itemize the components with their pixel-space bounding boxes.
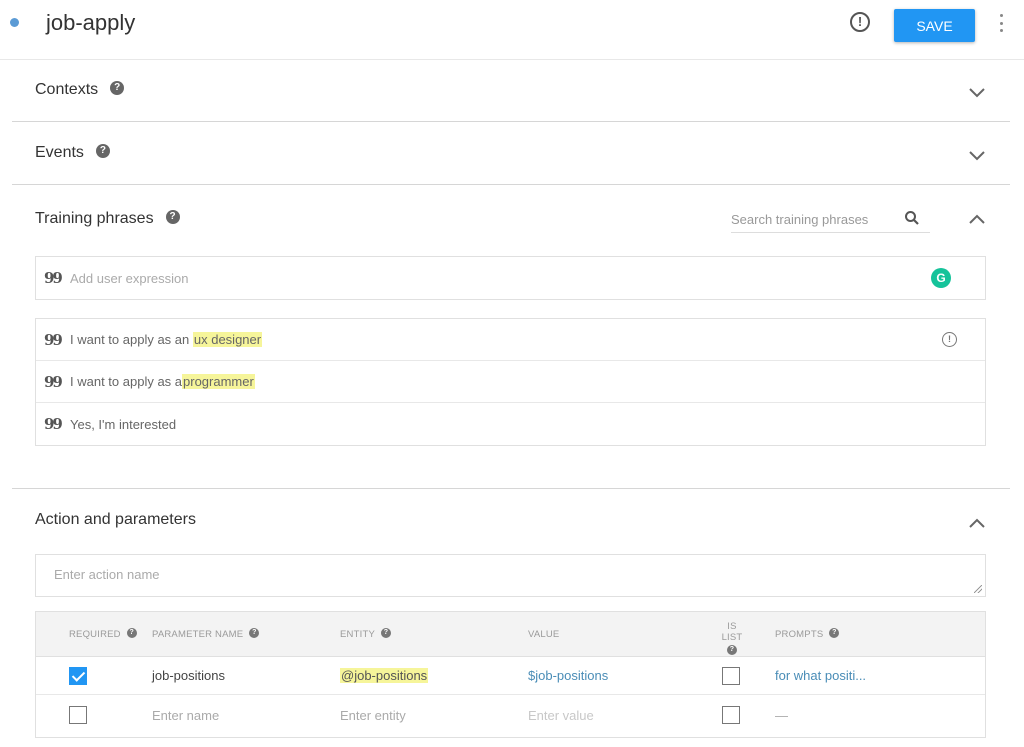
chevron-up-icon[interactable] bbox=[969, 518, 985, 532]
list-item[interactable]: 99 I want to apply as a programmer bbox=[36, 361, 985, 403]
parameter-prompts[interactable]: — bbox=[775, 708, 788, 723]
chevron-up-icon[interactable] bbox=[969, 214, 985, 228]
phrase-text: I want to apply as an bbox=[70, 332, 190, 347]
phrase-text: I want to apply as a bbox=[70, 374, 183, 389]
column-required: REQUIRED? bbox=[69, 628, 137, 640]
help-icon[interactable]: ? bbox=[249, 628, 260, 639]
column-is-list: IS LIST? bbox=[716, 621, 748, 656]
column-label: PROMPTS bbox=[775, 629, 824, 640]
resize-handle-icon[interactable] bbox=[974, 585, 982, 593]
divider bbox=[12, 121, 1010, 122]
column-entity: ENTITY? bbox=[340, 628, 391, 640]
parameter-name[interactable]: job-positions bbox=[152, 668, 225, 683]
phrase-annotation[interactable]: programmer bbox=[182, 374, 255, 389]
add-expression-input[interactable]: Add user expression bbox=[70, 271, 189, 286]
column-label: PARAMETER NAME bbox=[152, 629, 244, 640]
column-label: VALUE bbox=[528, 629, 560, 640]
help-icon[interactable]: ? bbox=[95, 143, 110, 158]
column-label: REQUIRED bbox=[69, 629, 121, 640]
search-icon[interactable] bbox=[904, 210, 920, 231]
add-expression-row[interactable]: 99 Add user expression G bbox=[36, 257, 985, 299]
section-events-header[interactable]: Events? bbox=[35, 143, 110, 163]
help-icon[interactable]: ? bbox=[165, 209, 180, 224]
parameter-name-input[interactable]: Enter name bbox=[152, 708, 219, 723]
table-header: REQUIRED? PARAMETER NAME? ENTITY? VALUE … bbox=[36, 612, 985, 657]
required-checkbox[interactable] bbox=[69, 667, 87, 685]
chevron-down-icon[interactable] bbox=[969, 88, 985, 102]
column-label: IS LIST bbox=[721, 621, 743, 643]
required-checkbox[interactable] bbox=[69, 706, 87, 724]
status-dot bbox=[10, 18, 19, 27]
help-icon[interactable]: ? bbox=[829, 628, 840, 639]
quote-icon: 99 bbox=[44, 415, 63, 433]
help-icon[interactable]: ? bbox=[110, 80, 125, 95]
warning-icon[interactable]: ! bbox=[850, 12, 870, 32]
quote-icon: 99 bbox=[44, 269, 63, 287]
search-training-phrases bbox=[731, 207, 930, 233]
add-expression-box: 99 Add user expression G bbox=[35, 256, 986, 300]
list-item[interactable]: 99 Yes, I'm interested bbox=[36, 403, 985, 445]
column-parameter-name: PARAMETER NAME? bbox=[152, 628, 260, 640]
column-label: ENTITY bbox=[340, 629, 375, 640]
is-list-checkbox[interactable] bbox=[722, 706, 740, 724]
help-icon[interactable]: ? bbox=[126, 628, 137, 639]
save-button[interactable]: SAVE bbox=[894, 9, 975, 42]
divider bbox=[12, 488, 1010, 489]
phrase-annotation[interactable]: ux designer bbox=[192, 332, 263, 347]
list-item[interactable]: 99 I want to apply as an ux designer ! bbox=[36, 319, 985, 361]
parameters-table: REQUIRED? PARAMETER NAME? ENTITY? VALUE … bbox=[35, 611, 986, 738]
divider bbox=[12, 184, 1010, 185]
section-contexts-header[interactable]: Contexts? bbox=[35, 80, 125, 100]
parameter-value-input[interactable]: Enter value bbox=[528, 708, 594, 723]
warning-icon[interactable]: ! bbox=[942, 332, 957, 347]
intent-title: job-apply bbox=[46, 10, 136, 35]
table-row: job-positions @job-positions $job-positi… bbox=[36, 657, 985, 695]
quote-icon: 99 bbox=[44, 330, 63, 349]
action-name-field bbox=[35, 554, 986, 597]
section-title: Events bbox=[35, 144, 84, 161]
intent-header: job-apply ! SAVE bbox=[0, 0, 1024, 60]
section-training-header[interactable]: Training phrases? bbox=[35, 209, 180, 229]
is-list-checkbox[interactable] bbox=[722, 667, 740, 685]
search-input[interactable] bbox=[731, 207, 891, 231]
section-title: Training phrases bbox=[35, 210, 154, 227]
section-action-header[interactable]: Action and parameters bbox=[35, 510, 196, 530]
column-prompts: PROMPTS? bbox=[775, 628, 840, 640]
quote-icon: 99 bbox=[44, 372, 63, 391]
training-phrases-list: 99 I want to apply as an ux designer ! 9… bbox=[35, 318, 986, 446]
column-value: VALUE bbox=[528, 629, 559, 640]
help-icon[interactable]: ? bbox=[380, 628, 391, 639]
grammarly-icon[interactable]: G bbox=[931, 268, 951, 288]
parameter-value[interactable]: $job-positions bbox=[528, 668, 608, 683]
chevron-down-icon[interactable] bbox=[969, 151, 985, 165]
section-title: Action and parameters bbox=[35, 511, 196, 528]
phrase-text: Yes, I'm interested bbox=[70, 416, 177, 432]
table-row: Enter name Enter entity Enter value — bbox=[36, 695, 985, 737]
help-icon[interactable]: ? bbox=[727, 645, 737, 655]
parameter-entity[interactable]: @job-positions bbox=[340, 668, 429, 683]
more-options-icon[interactable] bbox=[998, 14, 1004, 32]
action-name-input[interactable] bbox=[36, 555, 985, 596]
parameter-prompts[interactable]: for what positi... bbox=[775, 668, 866, 683]
parameter-entity-input[interactable]: Enter entity bbox=[340, 708, 406, 723]
section-title: Contexts bbox=[35, 81, 99, 98]
